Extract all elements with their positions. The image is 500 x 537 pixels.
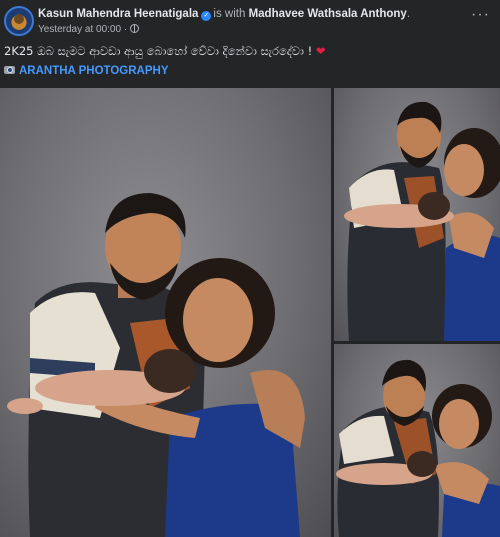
heart-emoji: ❤ (315, 44, 326, 58)
globe-icon[interactable] (130, 24, 140, 33)
more-options-icon[interactable]: ··· (471, 7, 490, 23)
photo-top-right[interactable] (334, 88, 500, 341)
photo-main-illustration (7, 193, 305, 537)
is-with-text: is with (213, 8, 246, 20)
photo-top-illustration (344, 101, 500, 341)
profile-avatar[interactable] (4, 6, 34, 36)
tagged-suffix: . (406, 8, 411, 20)
verified-badge-icon: ✓ (201, 11, 212, 21)
post-caption: 2K25 ඔබ සැමට ආවඩා ආයු බොහෝ වේවා දිනේවා ස… (4, 44, 326, 59)
photographer-credit[interactable]: ARANTHA PHOTOGRAPHY (4, 65, 169, 77)
photo-bottom-illustration (336, 359, 500, 537)
photo-bottom-right[interactable] (334, 344, 500, 537)
tagged-user-link[interactable]: Madhavee Wathsala Anthony (249, 8, 407, 20)
timestamp-separator: · (123, 24, 128, 35)
post-timestamp[interactable]: Yesterday at 00:00 (38, 24, 121, 35)
author-name-link[interactable]: Kasun Mahendra Heenatigala (38, 8, 198, 20)
post-meta: Yesterday at 00:00 · (38, 24, 140, 35)
caption-text: 2K25 ඔබ සැමට ආවඩා ආයු බොහෝ වේවා දිනේවා ස… (4, 44, 313, 58)
camera-icon (4, 66, 15, 74)
photo-main[interactable] (0, 88, 331, 537)
post-title-line: Kasun Mahendra Heenatigala ✓ is with Madha… (38, 8, 410, 21)
credit-label[interactable]: ARANTHA PHOTOGRAPHY (19, 65, 169, 77)
post-header: Kasun Mahendra Heenatigala ✓ is with Madha… (0, 0, 500, 40)
